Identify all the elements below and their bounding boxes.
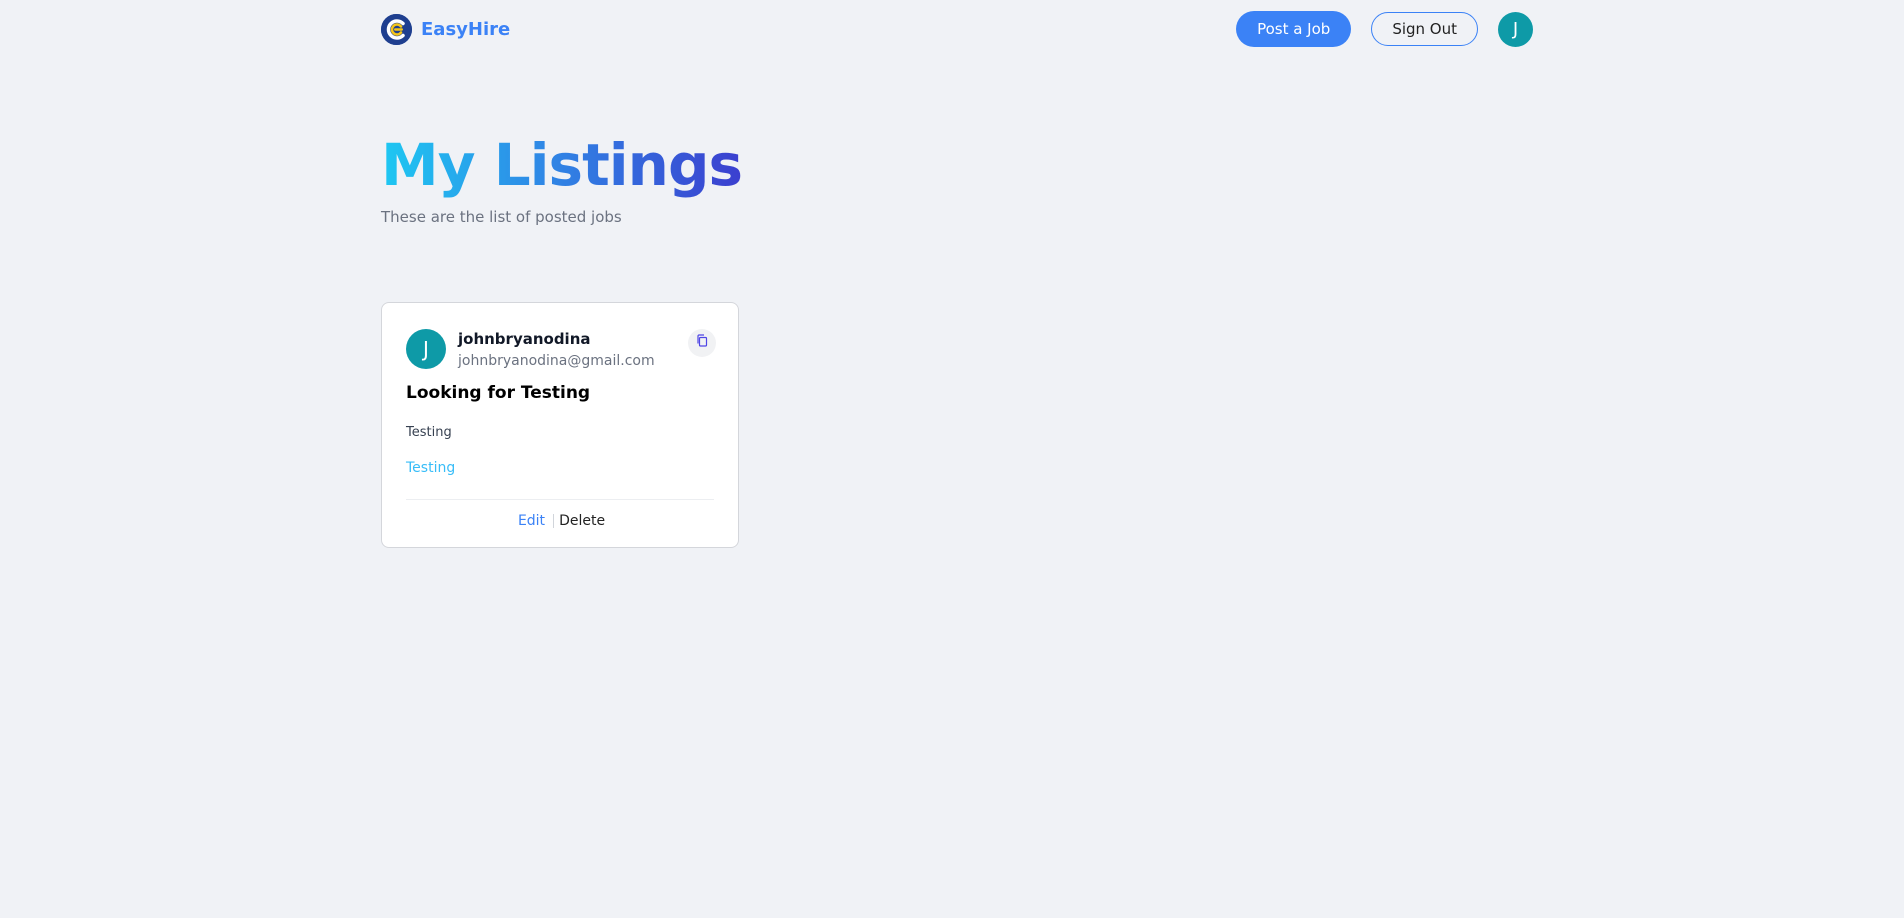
brand[interactable]: EasyHire [381,13,511,45]
top-navbar: EasyHire Post a Job Sign Out J [381,10,1533,48]
poster-avatar: J [406,329,446,369]
poster-username: johnbryanodina [458,330,591,348]
page-title: My Listings [381,128,743,202]
brand-name: EasyHire [421,18,511,40]
post-job-button[interactable]: Post a Job [1236,11,1352,47]
job-tag[interactable]: Testing [406,460,455,476]
card-divider [406,499,714,500]
edit-button[interactable]: Edit [510,513,553,529]
sign-out-button[interactable]: Sign Out [1371,12,1478,46]
job-description: Testing [406,425,452,440]
header-actions: Post a Job Sign Out J [1236,11,1533,47]
poster-email: johnbryanodina@gmail.com [458,353,655,369]
page: EasyHire Post a Job Sign Out J My Listin… [0,0,1904,918]
poster-info: johnbryanodina johnbryanodina@gmail.com [458,329,655,370]
copy-button[interactable] [688,329,716,357]
page-subtitle: These are the list of posted jobs [381,208,622,226]
easyhire-logo-icon [381,13,412,45]
card-actions: Edit Delete [382,513,738,529]
copy-icon [696,334,708,352]
delete-button[interactable]: Delete [554,513,610,529]
job-listing-card: J johnbryanodina johnbryanodina@gmail.co… [381,302,739,548]
job-title: Looking for Testing [406,383,591,403]
user-avatar[interactable]: J [1498,11,1533,47]
